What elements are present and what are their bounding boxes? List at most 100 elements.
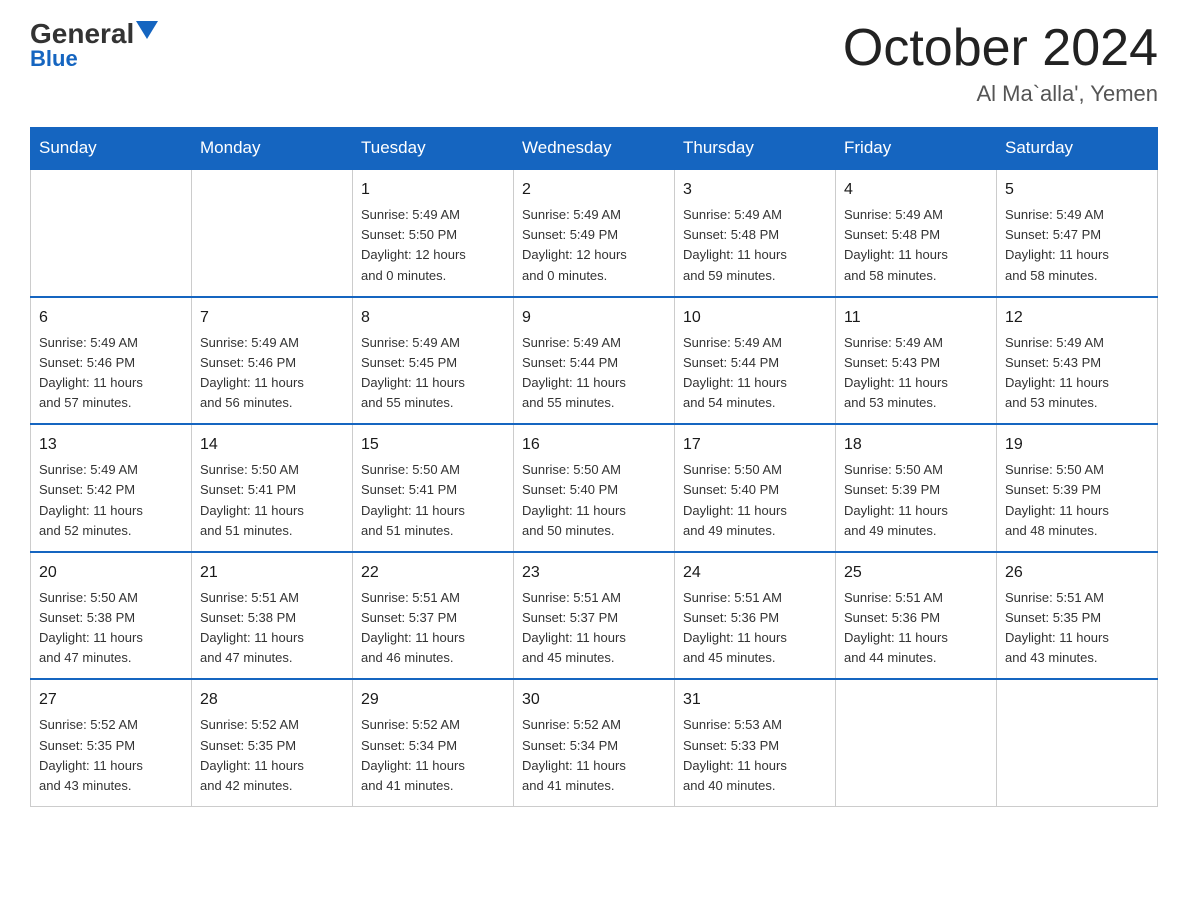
page-header: General Blue October 2024 Al Ma`alla', Y…	[30, 20, 1158, 107]
day-info: Sunrise: 5:49 AM Sunset: 5:42 PM Dayligh…	[39, 460, 183, 541]
calendar-cell: 22 Sunrise: 5:51 AM Sunset: 5:37 PM Dayli…	[353, 552, 514, 680]
calendar-cell: 9 Sunrise: 5:49 AM Sunset: 5:44 PM Daylig…	[514, 297, 675, 425]
day-info: Sunrise: 5:49 AM Sunset: 5:49 PM Dayligh…	[522, 205, 666, 286]
day-info: Sunrise: 5:50 AM Sunset: 5:39 PM Dayligh…	[1005, 460, 1149, 541]
calendar-cell: 10 Sunrise: 5:49 AM Sunset: 5:44 PM Dayli…	[675, 297, 836, 425]
day-info: Sunrise: 5:50 AM Sunset: 5:39 PM Dayligh…	[844, 460, 988, 541]
day-number: 21	[200, 561, 344, 585]
day-number: 25	[844, 561, 988, 585]
day-info: Sunrise: 5:49 AM Sunset: 5:46 PM Dayligh…	[39, 333, 183, 414]
calendar-cell: 19 Sunrise: 5:50 AM Sunset: 5:39 PM Dayli…	[997, 424, 1158, 552]
day-number: 23	[522, 561, 666, 585]
calendar-cell	[836, 679, 997, 806]
day-info: Sunrise: 5:51 AM Sunset: 5:38 PM Dayligh…	[200, 588, 344, 669]
day-number: 15	[361, 433, 505, 457]
calendar-cell: 11 Sunrise: 5:49 AM Sunset: 5:43 PM Dayli…	[836, 297, 997, 425]
day-number: 4	[844, 178, 988, 202]
day-number: 12	[1005, 306, 1149, 330]
day-info: Sunrise: 5:51 AM Sunset: 5:37 PM Dayligh…	[361, 588, 505, 669]
calendar-cell: 3 Sunrise: 5:49 AM Sunset: 5:48 PM Daylig…	[675, 169, 836, 297]
day-info: Sunrise: 5:49 AM Sunset: 5:44 PM Dayligh…	[522, 333, 666, 414]
day-info: Sunrise: 5:51 AM Sunset: 5:37 PM Dayligh…	[522, 588, 666, 669]
logo-general: General	[30, 20, 134, 48]
day-number: 30	[522, 688, 666, 712]
calendar-cell: 15Sunrise: 5:50 AM Sunset: 5:41 PM Dayli…	[353, 424, 514, 552]
week-row-4: 20 Sunrise: 5:50 AM Sunset: 5:38 PM Dayli…	[31, 552, 1158, 680]
day-info: Sunrise: 5:50 AM Sunset: 5:41 PM Dayligh…	[200, 460, 344, 541]
day-header-saturday: Saturday	[997, 128, 1158, 170]
day-number: 18	[844, 433, 988, 457]
day-number: 7	[200, 306, 344, 330]
day-number: 13	[39, 433, 183, 457]
calendar-cell: 28 Sunrise: 5:52 AM Sunset: 5:35 PM Dayli…	[192, 679, 353, 806]
week-row-2: 6Sunrise: 5:49 AM Sunset: 5:46 PM Daylig…	[31, 297, 1158, 425]
day-number: 31	[683, 688, 827, 712]
day-header-thursday: Thursday	[675, 128, 836, 170]
day-number: 19	[1005, 433, 1149, 457]
day-info: Sunrise: 5:49 AM Sunset: 5:48 PM Dayligh…	[844, 205, 988, 286]
calendar-cell: 13 Sunrise: 5:49 AM Sunset: 5:42 PM Dayli…	[31, 424, 192, 552]
logo-blue: Blue	[30, 46, 78, 72]
day-number: 14	[200, 433, 344, 457]
day-number: 26	[1005, 561, 1149, 585]
calendar-cell: 23 Sunrise: 5:51 AM Sunset: 5:37 PM Dayli…	[514, 552, 675, 680]
day-number: 9	[522, 306, 666, 330]
calendar-cell: 4 Sunrise: 5:49 AM Sunset: 5:48 PM Daylig…	[836, 169, 997, 297]
calendar-cell: 29Sunrise: 5:52 AM Sunset: 5:34 PM Dayli…	[353, 679, 514, 806]
day-number: 8	[361, 306, 505, 330]
calendar-cell: 25 Sunrise: 5:51 AM Sunset: 5:36 PM Dayli…	[836, 552, 997, 680]
day-info: Sunrise: 5:51 AM Sunset: 5:36 PM Dayligh…	[844, 588, 988, 669]
calendar-cell: 5Sunrise: 5:49 AM Sunset: 5:47 PM Daylig…	[997, 169, 1158, 297]
day-number: 22	[361, 561, 505, 585]
day-header-monday: Monday	[192, 128, 353, 170]
week-row-5: 27 Sunrise: 5:52 AM Sunset: 5:35 PM Dayli…	[31, 679, 1158, 806]
day-info: Sunrise: 5:49 AM Sunset: 5:45 PM Dayligh…	[361, 333, 505, 414]
day-number: 10	[683, 306, 827, 330]
calendar-cell: 2 Sunrise: 5:49 AM Sunset: 5:49 PM Daylig…	[514, 169, 675, 297]
calendar-cell: 12Sunrise: 5:49 AM Sunset: 5:43 PM Dayli…	[997, 297, 1158, 425]
calendar-cell: 30 Sunrise: 5:52 AM Sunset: 5:34 PM Dayli…	[514, 679, 675, 806]
calendar-header-row: SundayMondayTuesdayWednesdayThursdayFrid…	[31, 128, 1158, 170]
calendar-cell: 18 Sunrise: 5:50 AM Sunset: 5:39 PM Dayli…	[836, 424, 997, 552]
page-title: October 2024	[843, 20, 1158, 77]
day-header-tuesday: Tuesday	[353, 128, 514, 170]
calendar-cell	[31, 169, 192, 297]
day-header-sunday: Sunday	[31, 128, 192, 170]
day-number: 20	[39, 561, 183, 585]
day-info: Sunrise: 5:50 AM Sunset: 5:40 PM Dayligh…	[522, 460, 666, 541]
day-info: Sunrise: 5:51 AM Sunset: 5:36 PM Dayligh…	[683, 588, 827, 669]
calendar-cell: 24 Sunrise: 5:51 AM Sunset: 5:36 PM Dayli…	[675, 552, 836, 680]
calendar-cell: 1 Sunrise: 5:49 AM Sunset: 5:50 PM Daylig…	[353, 169, 514, 297]
calendar-cell: 27Sunrise: 5:52 AM Sunset: 5:35 PM Dayli…	[31, 679, 192, 806]
day-info: Sunrise: 5:51 AM Sunset: 5:35 PM Dayligh…	[1005, 588, 1149, 669]
calendar-cell: 6Sunrise: 5:49 AM Sunset: 5:46 PM Daylig…	[31, 297, 192, 425]
calendar-cell	[192, 169, 353, 297]
week-row-3: 13 Sunrise: 5:49 AM Sunset: 5:42 PM Dayli…	[31, 424, 1158, 552]
day-number: 24	[683, 561, 827, 585]
title-section: October 2024 Al Ma`alla', Yemen	[843, 20, 1158, 107]
day-info: Sunrise: 5:49 AM Sunset: 5:50 PM Dayligh…	[361, 205, 505, 286]
day-header-friday: Friday	[836, 128, 997, 170]
day-info: Sunrise: 5:49 AM Sunset: 5:44 PM Dayligh…	[683, 333, 827, 414]
day-number: 28	[200, 688, 344, 712]
day-number: 27	[39, 688, 183, 712]
day-info: Sunrise: 5:50 AM Sunset: 5:38 PM Dayligh…	[39, 588, 183, 669]
day-number: 3	[683, 178, 827, 202]
day-header-wednesday: Wednesday	[514, 128, 675, 170]
day-number: 1	[361, 178, 505, 202]
calendar-cell: 26 Sunrise: 5:51 AM Sunset: 5:35 PM Dayli…	[997, 552, 1158, 680]
calendar-table: SundayMondayTuesdayWednesdayThursdayFrid…	[30, 127, 1158, 807]
day-number: 11	[844, 306, 988, 330]
day-info: Sunrise: 5:49 AM Sunset: 5:46 PM Dayligh…	[200, 333, 344, 414]
day-number: 2	[522, 178, 666, 202]
logo: General Blue	[30, 20, 158, 72]
day-info: Sunrise: 5:53 AM Sunset: 5:33 PM Dayligh…	[683, 715, 827, 796]
day-info: Sunrise: 5:52 AM Sunset: 5:35 PM Dayligh…	[200, 715, 344, 796]
calendar-cell: 17Sunrise: 5:50 AM Sunset: 5:40 PM Dayli…	[675, 424, 836, 552]
day-info: Sunrise: 5:49 AM Sunset: 5:48 PM Dayligh…	[683, 205, 827, 286]
calendar-cell: 14 Sunrise: 5:50 AM Sunset: 5:41 PM Dayli…	[192, 424, 353, 552]
calendar-cell: 21 Sunrise: 5:51 AM Sunset: 5:38 PM Dayli…	[192, 552, 353, 680]
day-info: Sunrise: 5:52 AM Sunset: 5:34 PM Dayligh…	[522, 715, 666, 796]
day-info: Sunrise: 5:49 AM Sunset: 5:43 PM Dayligh…	[844, 333, 988, 414]
week-row-1: 1 Sunrise: 5:49 AM Sunset: 5:50 PM Daylig…	[31, 169, 1158, 297]
